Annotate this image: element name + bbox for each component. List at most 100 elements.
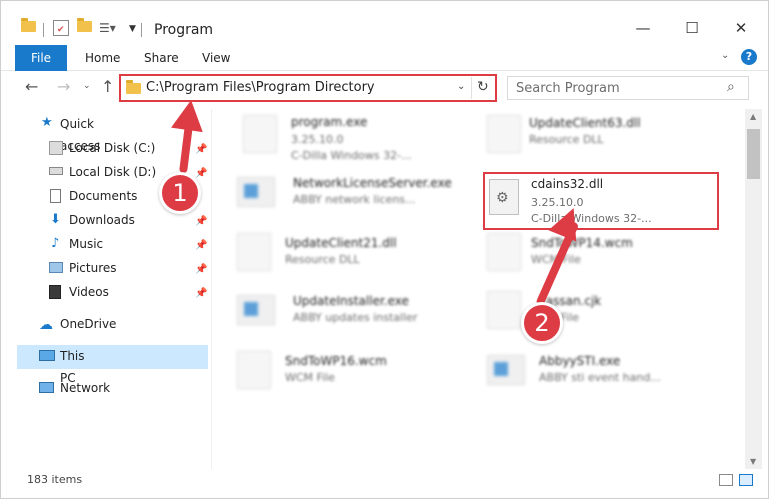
- picture-icon: [49, 262, 63, 273]
- status-item-count: 183 items: [27, 473, 83, 486]
- app-window-icon: [237, 295, 275, 325]
- close-button[interactable]: ✕: [718, 14, 764, 43]
- sidebar-item-label: Documents: [69, 189, 138, 203]
- network-icon: [39, 382, 54, 393]
- wcm-file-icon: [237, 351, 271, 389]
- search-icon[interactable]: ⌕: [727, 79, 735, 95]
- file-name: NetworkLicenseServer.exe: [293, 176, 452, 190]
- scroll-down-arrow-icon[interactable]: ▼: [750, 457, 756, 466]
- wcm-file-icon: [487, 233, 521, 271]
- file-name: UpdateClient63.dll: [529, 116, 641, 130]
- forward-button[interactable]: →: [57, 77, 70, 96]
- tab-file[interactable]: File: [15, 45, 67, 71]
- scrollbar-thumb[interactable]: [747, 129, 760, 179]
- file-item-abbyysti[interactable]: AbbyySTI.exe ABBY sti event hand...: [483, 351, 723, 407]
- sidebar-item-label: Pictures: [69, 261, 117, 275]
- callout-badge-two: 2: [521, 302, 563, 344]
- pin-icon[interactable]: 📌: [195, 168, 207, 179]
- file-description: ABBY sti event hand...: [539, 371, 661, 384]
- sidebar-item-label: Local Disk (D:): [69, 165, 157, 179]
- file-name: cdains32.dll: [531, 177, 604, 191]
- details-view-icon[interactable]: [719, 474, 733, 486]
- file-description: C-Dilla Windows 32-...: [291, 149, 412, 162]
- sidebar-item-label: Network: [60, 381, 111, 395]
- file-item-network-license-server[interactable]: NetworkLicenseServer.exe ABBY network li…: [233, 173, 473, 229]
- divider: [43, 23, 44, 37]
- download-arrow-icon: ⬇: [50, 212, 61, 227]
- file-name: UpdateInstaller.exe: [293, 294, 409, 308]
- callout-arrowhead-one: [171, 97, 207, 133]
- tab-home[interactable]: Home: [85, 45, 120, 71]
- pin-icon[interactable]: 📌: [195, 288, 207, 299]
- search-placeholder: Search Program: [516, 81, 620, 96]
- file-item-update-installer[interactable]: UpdateInstaller.exe ABBY updates install…: [233, 291, 473, 347]
- callout-badge-one: 1: [159, 172, 201, 214]
- pin-icon[interactable]: 📌: [195, 216, 207, 227]
- file-description: Resource DLL: [529, 133, 604, 146]
- file-description: C-Dilla Windows 32-...: [531, 212, 652, 225]
- divider: [211, 109, 212, 469]
- exe-file-icon: [243, 115, 277, 153]
- dll-file-icon: [237, 233, 271, 271]
- new-folder-icon[interactable]: [77, 18, 93, 37]
- file-item-update-client21[interactable]: UpdateClient21.dll Resource DLL: [233, 233, 473, 289]
- app-window-icon: [237, 177, 275, 207]
- sidebar-item-label: Videos: [69, 285, 109, 299]
- pin-icon[interactable]: 📌: [195, 240, 207, 251]
- chevron-down-icon[interactable]: ⌄: [457, 81, 465, 92]
- maximize-button[interactable]: ☐: [669, 14, 715, 43]
- computer-icon: [39, 350, 55, 361]
- drive-icon: [49, 141, 63, 155]
- cjk-file-icon: [487, 291, 521, 329]
- file-item-program-exe[interactable]: program.exe 3.25.10.0 C-Dilla Windows 32…: [239, 113, 469, 169]
- file-name: AbbyySTI.exe: [539, 354, 621, 368]
- star-icon: ★: [41, 115, 53, 130]
- file-item-cdains32-dll[interactable]: cdains32.dll 3.25.10.0 C-Dilla Windows 3…: [483, 175, 713, 231]
- file-item-update-client63[interactable]: UpdateClient63.dll Resource DLL: [483, 113, 723, 169]
- file-item-sndtowp16[interactable]: SndToWP16.wcm WCM File: [233, 351, 473, 407]
- cloud-icon: ☁: [39, 317, 53, 333]
- app-window-icon: [487, 355, 525, 385]
- folder-icon: [21, 18, 37, 37]
- customize-toolbar-icon[interactable]: ☰▾: [99, 21, 116, 35]
- file-name: UpdateClient21.dll: [285, 236, 397, 250]
- drive-icon: [49, 167, 63, 175]
- file-description: WCM File: [285, 371, 335, 384]
- chevron-down-icon[interactable]: ▼: [129, 24, 136, 34]
- minimize-button[interactable]: —: [620, 14, 666, 43]
- recent-locations-icon[interactable]: ⌄: [83, 81, 91, 91]
- film-icon: [49, 285, 61, 299]
- pin-icon[interactable]: 📌: [195, 144, 207, 155]
- scroll-up-arrow-icon[interactable]: ▲: [750, 112, 756, 121]
- file-explorer-window: ✔ ☰▾ ▼ Program — ☐ ✕ File Home Share Vie…: [0, 0, 769, 499]
- up-button[interactable]: ↑: [101, 77, 114, 96]
- file-name: program.exe: [291, 115, 368, 129]
- folder-icon: [126, 80, 141, 94]
- file-name: SndToWP14.wcm: [531, 236, 633, 250]
- file-name: SndToWP16.wcm: [285, 354, 387, 368]
- document-icon: [50, 189, 61, 203]
- large-icons-view-icon[interactable]: [739, 474, 753, 486]
- back-button[interactable]: ←: [25, 77, 38, 96]
- pin-icon[interactable]: 📌: [195, 264, 207, 275]
- sidebar-item-label: Downloads: [69, 213, 135, 227]
- expand-ribbon-icon[interactable]: ⌄: [721, 50, 729, 61]
- address-path[interactable]: C:\Program Files\Program Directory: [146, 80, 375, 95]
- dll-file-icon: [487, 115, 521, 153]
- file-version: 3.25.10.0: [291, 133, 344, 146]
- sidebar-item-label: Local Disk (C:): [69, 141, 156, 155]
- tab-share[interactable]: Share: [144, 45, 179, 71]
- file-description: ABBY updates installer: [293, 311, 418, 324]
- divider: [471, 77, 472, 99]
- sidebar-item-label: OneDrive: [60, 317, 117, 331]
- tab-view[interactable]: View: [202, 45, 230, 71]
- window-title: Program: [154, 22, 214, 38]
- divider: [141, 23, 142, 37]
- properties-icon[interactable]: ✔: [53, 20, 69, 36]
- sidebar-item-label: Music: [69, 237, 104, 251]
- refresh-icon[interactable]: ↻: [477, 79, 489, 95]
- file-description: Resource DLL: [285, 253, 360, 266]
- file-item-sndtowp14[interactable]: SndToWP14.wcm WCM File: [483, 233, 723, 289]
- help-icon[interactable]: ?: [741, 49, 757, 65]
- file-item-kassan-cjk[interactable]: kassan.cjk CJK File: [483, 291, 723, 347]
